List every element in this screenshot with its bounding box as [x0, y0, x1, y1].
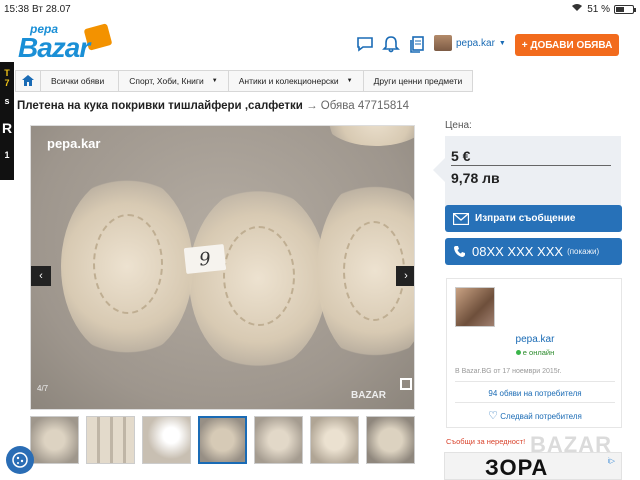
seller-status-text: е онлайн [522, 348, 555, 357]
price-section: Цена: 5 € 9,78 лв [433, 120, 621, 212]
left-ad-line: T [4, 68, 10, 78]
cookie-settings-icon[interactable] [6, 446, 34, 474]
price-label: Цена: [445, 120, 472, 131]
doily-pattern [223, 226, 295, 326]
thumbnail-strip [30, 416, 415, 464]
seller-member-since: В Bazar.BG от 17 ноември 2015г. [455, 368, 562, 375]
thumbnail[interactable] [30, 416, 79, 464]
seller-listings-link[interactable]: 94 обяви на потребителя [447, 389, 623, 398]
online-dot-icon [515, 350, 521, 355]
seller-name[interactable]: pepa.kar [447, 334, 623, 345]
send-message-button[interactable]: Изпрати съобщение [445, 205, 622, 232]
seller-avatar[interactable] [455, 287, 495, 327]
battery-icon [614, 4, 636, 14]
listing-id: Обява 47715814 [320, 100, 410, 112]
listing-title-row: Плетена на кука покривки тишлайфери ,сал… [17, 100, 409, 112]
seller-online-status: е онлайн [447, 348, 623, 357]
title-arrow: → [306, 100, 318, 112]
photo-gallery[interactable]: 9 pepa.kar BAZAR 4/7 ‹ › [30, 125, 415, 410]
bottom-ad-banner[interactable]: ЗОРА i▷ [444, 452, 622, 480]
battery-text: 51 % [587, 3, 610, 15]
envelope-icon [453, 212, 469, 225]
show-phone-link[interactable]: (покажи) [567, 247, 599, 256]
status-right: 51 % [571, 3, 636, 15]
seller-card: pepa.kar е онлайн В Bazar.BG от 17 ноемв… [446, 278, 622, 428]
divider [455, 402, 615, 403]
price-divider [451, 165, 611, 166]
status-bar: 15:38 Вт 28.07 51 % [0, 0, 640, 18]
left-ad-line: 1 [4, 150, 10, 160]
left-ad-line: R [1, 120, 13, 136]
thumbnail[interactable] [254, 416, 303, 464]
chat-icon[interactable] [355, 34, 375, 54]
chevron-left-icon: ‹ [39, 270, 43, 282]
documents-icon[interactable] [407, 34, 427, 54]
breadcrumb-item[interactable]: Други ценни предмети [362, 70, 474, 92]
send-message-label: Изпрати съобщение [475, 213, 576, 224]
follow-label: Следвай потребителя [500, 412, 582, 421]
report-link[interactable]: Съобщи за нередност! [446, 437, 525, 446]
ad-choices-icon[interactable]: i▷ [608, 457, 615, 465]
phone-number: 08XX XXX XXX [472, 244, 564, 259]
number-tag: 9 [183, 243, 227, 275]
chevron-down-icon: ▼ [346, 78, 353, 84]
breadcrumb: Всички обяви Спорт, Хоби, Книги ▼ Антики… [15, 70, 474, 92]
prev-photo-button[interactable]: ‹ [31, 266, 51, 286]
left-ad-line: 7 [4, 78, 10, 88]
breadcrumb-item[interactable]: Антики и колекционерски ▼ [227, 70, 364, 92]
phone-button[interactable]: 08XX XXX XXX (покажи) [445, 238, 622, 265]
status-date: Вт 28.07 [32, 4, 71, 15]
chevron-down-icon: ▼ [498, 39, 506, 47]
photo-counter: 4/7 [37, 384, 49, 393]
thumbnail[interactable] [310, 416, 359, 464]
user-menu[interactable]: pepa.kar ▼ [434, 35, 506, 51]
site-logo[interactable]: pepa Bazar [16, 22, 124, 63]
chevron-right-icon: › [404, 270, 408, 282]
thumbnail[interactable] [198, 416, 247, 464]
thumbnail[interactable] [366, 416, 415, 464]
fullscreen-icon[interactable] [400, 378, 412, 390]
price-panel: 5 € 9,78 лв [433, 136, 621, 212]
breadcrumb-item[interactable]: Всички обяви [40, 70, 120, 92]
left-ad-banner[interactable]: T 7 s R 1 [0, 62, 14, 180]
add-listing-button[interactable]: + ДОБАВИ ОБЯВА [515, 34, 619, 56]
wifi-icon [571, 3, 583, 15]
heart-icon: ♡ [488, 410, 499, 422]
doily-pattern [93, 214, 163, 314]
status-time: 15:38 [4, 4, 30, 15]
breadcrumb-label: Други ценни предмети [373, 76, 463, 86]
photo-watermark-logo: BAZAR [351, 390, 386, 401]
breadcrumb-home[interactable] [15, 70, 41, 92]
breadcrumb-label: Спорт, Хоби, Книги [129, 76, 204, 86]
chevron-down-icon: ▼ [211, 78, 218, 84]
ad-brand: ЗОРА [485, 455, 549, 480]
thumbnail[interactable] [142, 416, 191, 464]
left-ad-line: s [4, 96, 10, 106]
doily-photo-top [321, 126, 414, 146]
next-photo-button[interactable]: › [396, 266, 414, 286]
price-bgn: 9,78 лв [451, 170, 500, 186]
divider [455, 381, 615, 382]
phone-icon [453, 245, 466, 258]
avatar [434, 35, 452, 51]
breadcrumb-label: Антики и колекционерски [238, 76, 339, 86]
page-title: Плетена на кука покривки тишлайфери ,сал… [17, 100, 303, 112]
breadcrumb-label: Всички обяви [51, 76, 105, 86]
bell-icon[interactable] [381, 34, 401, 54]
logo-main-text: Bazar [18, 32, 90, 63]
follow-user-button[interactable]: ♡ Следвай потребителя [447, 409, 623, 422]
username: pepa.kar [456, 37, 495, 49]
price-eur: 5 € [451, 148, 471, 164]
photo-watermark: pepa.kar [47, 136, 101, 151]
breadcrumb-item[interactable]: Спорт, Хоби, Книги ▼ [118, 70, 229, 92]
thumbnail[interactable] [86, 416, 135, 464]
home-icon [22, 74, 34, 88]
